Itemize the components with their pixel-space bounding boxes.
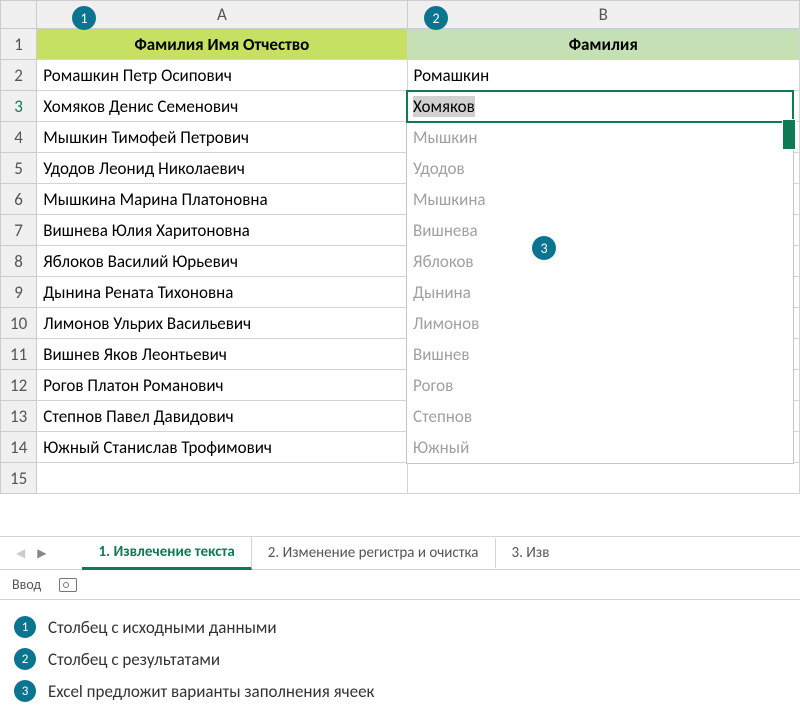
flash-fill-suggestion-row: Вишнев [407,339,793,370]
spreadsheet-area: A B 1 Фамилия Имя Отчество Фамилия 2Рома… [0,0,800,494]
flash-fill-suggestion-row: Лимонов [407,308,793,339]
cell-a6[interactable]: Мышкина Марина Платоновна [37,184,407,215]
cell-a10[interactable]: Лимонов Ульрих Васильевич [37,308,407,339]
legend-text-2: Столбец с результатами [48,649,220,670]
flash-fill-suggestion-row: Дынина [407,277,793,308]
row-header-10[interactable]: 10 [1,308,37,339]
flash-fill-suggestion-row: Мышкина [407,184,793,215]
row-header-2[interactable]: 2 [1,60,37,91]
cell-a5[interactable]: Удодов Леонид Николаевич [37,153,407,184]
flash-fill-suggestion-row: Вишнева [407,215,793,246]
cell-a7[interactable]: Вишнева Юлия Харитоновна [37,215,407,246]
cell-a3[interactable]: Хомяков Денис Семенович [37,91,407,122]
legend-text-3: Excel предложит варианты заполнения ячее… [48,681,374,702]
legend-badge-2: 2 [14,648,36,670]
sheet-tab-1[interactable]: 1. Извлечение текста [82,537,251,570]
callout-badge-3: 3 [532,236,556,260]
callout-badge-1: 1 [72,6,96,30]
column-header-b[interactable]: B [407,1,799,29]
cell-b15[interactable] [407,463,799,494]
cell-a4[interactable]: Мышкин Тимофей Петрович [37,122,407,153]
legend-badge-1: 1 [14,616,36,638]
legend-text-1: Столбец с исходными данными [48,617,277,638]
sheet-tab-bar: ◀ ▶ 1. Извлечение текста 2. Изменение ре… [0,536,800,570]
row-header-8[interactable]: 8 [1,246,37,277]
row-header-7[interactable]: 7 [1,215,37,246]
row-header-12[interactable]: 12 [1,370,37,401]
row-header-13[interactable]: 13 [1,401,37,432]
flash-fill-suggestion-row: Степнов [407,401,793,432]
status-mode-text: Ввод [12,576,41,593]
status-bar: Ввод [0,570,800,600]
legend-area: 1 Столбец с исходными данными 2 Столбец … [0,600,800,728]
header-cell-a1[interactable]: Фамилия Имя Отчество [37,29,407,60]
row-header-6[interactable]: 6 [1,184,37,215]
tab-nav-prev-icon[interactable]: ◀ [10,546,31,561]
sheet-tab-2[interactable]: 2. Изменение регистра и очистка [252,538,496,568]
legend-badge-3: 3 [14,680,36,702]
cell-a15[interactable] [37,463,407,494]
legend-item-1: 1 Столбец с исходными данными [14,616,786,638]
flash-fill-suggestion-row: Удодов [407,153,793,184]
cell-a12[interactable]: Рогов Платон Романович [37,370,407,401]
cell-a2[interactable]: Ромашкин Петр Осипович [37,60,407,91]
flash-fill-suggestion-box: ХомяковМышкинУдодовМышкинаВишневаЯблоков… [406,90,794,464]
header-cell-b1[interactable]: Фамилия [407,29,799,60]
cell-a9[interactable]: Дынина Рената Тихоновна [37,277,407,308]
flash-fill-suggestion-row: Рогов [407,370,793,401]
select-all-corner[interactable] [1,1,37,29]
flash-fill-suggestion-row: Южный [407,432,793,463]
sheet-tab-3[interactable]: 3. Изв [496,538,566,568]
legend-item-3: 3 Excel предложит варианты заполнения яч… [14,680,786,702]
cell-a8[interactable]: Яблоков Василий Юрьевич [37,246,407,277]
row-header-5[interactable]: 5 [1,153,37,184]
tab-nav-next-icon[interactable]: ▶ [31,546,52,561]
macro-record-icon[interactable] [59,578,77,592]
legend-item-2: 2 Столбец с результатами [14,648,786,670]
row-header-14[interactable]: 14 [1,432,37,463]
flash-fill-suggestion-row: Яблоков [407,246,793,277]
cell-a14[interactable]: Южный Станислав Трофимович [37,432,407,463]
flash-fill-suggestion-row: Хомяков [407,91,793,122]
row-header-1[interactable]: 1 [1,29,37,60]
row-header-3[interactable]: 3 [1,91,37,122]
row-header-4[interactable]: 4 [1,122,37,153]
row-header-9[interactable]: 9 [1,277,37,308]
flash-fill-suggestion-row: Мышкин [407,122,793,153]
row-header-11[interactable]: 11 [1,339,37,370]
cell-a13[interactable]: Степнов Павел Давидович [37,401,407,432]
fill-handle[interactable] [782,119,796,150]
cell-b2[interactable]: Ромашкин [407,60,799,91]
cell-a11[interactable]: Вишнев Яков Леонтьевич [37,339,407,370]
row-header-15[interactable]: 15 [1,463,37,494]
callout-badge-2: 2 [424,6,448,30]
